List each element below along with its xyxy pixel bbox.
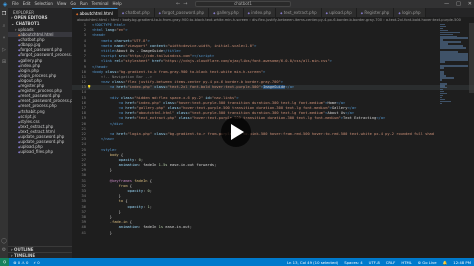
menu-help[interactable]: Help xyxy=(113,0,122,8)
command-center-search[interactable]: chatbot1 xyxy=(195,1,291,7)
menu-bar: File Edit Selection View Go Run Terminal Help xyxy=(10,0,122,8)
file-item[interactable]: forgot_password_process.php xyxy=(8,52,72,57)
tab-text-extract-php[interactable]: ◆ text_extract.php xyxy=(276,8,322,17)
tab-chatbot-php[interactable]: ◆ chatbot.php xyxy=(117,8,155,17)
code-lines: 1 <!DOCTYPE html> 2 <html lang="en"> 3 <head>… xyxy=(72,23,474,236)
menu-edit[interactable]: Edit xyxy=(23,0,31,8)
tab-forgot-password-php[interactable]: ◆ forgot_password.php xyxy=(154,8,210,17)
menu-go[interactable]: Go xyxy=(70,0,76,8)
video-play-button[interactable] xyxy=(221,117,251,147)
file-type-icon: ◆ xyxy=(76,12,79,16)
tab-gallery-php[interactable]: ◆ gallery.php xyxy=(209,8,244,17)
tab-index-php[interactable]: ◆ index.php xyxy=(243,8,277,17)
clock: 12:48 PM xyxy=(453,259,471,265)
minimap-line xyxy=(440,47,466,49)
file-item[interactable]: upload_files.php xyxy=(8,149,72,154)
run-debug-icon[interactable]: ▷ xyxy=(2,47,6,53)
editor-tabs: ◆ aboutchtml.html ◆ chatbot.php ◆ forgot_p… xyxy=(72,8,474,17)
minimap-line xyxy=(440,61,446,63)
code-line[interactable]: 41 } xyxy=(72,231,474,236)
nav-arrows: ← → xyxy=(176,0,187,8)
close-icon[interactable]: ✕ xyxy=(468,1,472,7)
file-tree: › uploadsaboutchtml.htmlchatbot.phpdbapp… xyxy=(8,27,72,154)
file-type-icon: ◆ xyxy=(158,11,161,15)
status-bar: ⌬ ⊗ 0 ⚠ 0 ⚡ 0 Ln 13, Col 49 (10 selected… xyxy=(0,258,474,266)
notifications-bell-icon[interactable]: 🔔 xyxy=(443,260,448,265)
back-arrow-icon[interactable]: ← xyxy=(176,1,180,7)
explorer-sidebar: EXPLORER › OPEN EDITORS ⌄ CHATBOT1 › upl… xyxy=(8,8,72,258)
file-type-icon: ◆ xyxy=(398,11,401,15)
forward-arrow-icon[interactable]: → xyxy=(183,1,187,7)
file-type-icon: ◆ xyxy=(121,11,125,15)
tab-login-php[interactable]: ◆ login.php xyxy=(394,8,426,17)
indentation[interactable]: Spaces: 4 xyxy=(344,260,362,265)
gear-icon[interactable]: ⚙ xyxy=(2,247,6,253)
menu-run[interactable]: Run xyxy=(80,0,88,8)
file-type-icon: ◆ xyxy=(360,11,364,15)
extensions-icon[interactable]: ⊞ xyxy=(2,59,6,65)
minimap-line xyxy=(440,102,443,105)
search-icon[interactable]: ⌕ xyxy=(3,23,6,29)
tab-aboutchtml-html[interactable]: ◆ aboutchtml.html xyxy=(72,8,118,17)
tab-upload-php[interactable]: ◆ upload.php xyxy=(321,8,357,17)
menu-view[interactable]: View xyxy=(57,0,67,8)
line-ending[interactable]: CRLF xyxy=(386,260,396,265)
maximize-icon[interactable]: □ xyxy=(456,1,461,7)
menu-terminal[interactable]: Terminal xyxy=(92,0,109,8)
problems-indicator[interactable]: ⊗ 0 ⚠ 0 xyxy=(13,260,28,265)
source-control-icon[interactable]: ⑂ xyxy=(2,35,5,41)
explorer-title: EXPLORER xyxy=(13,10,34,15)
menu-selection[interactable]: Selection xyxy=(34,0,52,8)
account-icon[interactable]: ◯ xyxy=(1,238,7,244)
window-controls: — □ ✕ xyxy=(444,0,472,8)
vscode-logo-icon: ◈ xyxy=(2,0,8,8)
code-editor[interactable]: 1 <!DOCTYPE html> 2 <html lang="en"> 3 <head>… xyxy=(72,23,474,258)
ports-indicator[interactable]: ⚡ 0 xyxy=(33,260,39,265)
minimap-line xyxy=(440,65,468,67)
encoding[interactable]: UTF-8 xyxy=(369,260,380,265)
tab-register-php[interactable]: ◆ Register.php xyxy=(356,8,395,17)
menu-file[interactable]: File xyxy=(12,0,19,8)
cursor-position[interactable]: Ln 13, Col 49 (10 selected) xyxy=(287,260,338,265)
activity-bar: ❐ ⌕ ⑂ ▷ ⊞ ◯ ⚙ xyxy=(0,8,8,258)
line-number: 41 xyxy=(81,230,86,235)
files-icon[interactable]: ❐ xyxy=(2,11,6,17)
minimap[interactable] xyxy=(440,23,468,143)
play-icon xyxy=(231,124,244,140)
file-type-icon: ◆ xyxy=(247,11,250,15)
minimize-icon[interactable]: — xyxy=(444,1,449,7)
editor-scrollbar[interactable] xyxy=(469,23,474,93)
language-mode[interactable]: HTML xyxy=(401,260,412,265)
remote-indicator-icon[interactable]: ⌬ xyxy=(0,258,10,266)
minimap-line xyxy=(440,79,443,81)
minimap-line xyxy=(440,67,445,69)
file-type-icon: ◆ xyxy=(213,11,216,15)
file-type-icon: ◆ xyxy=(325,11,328,15)
code-text: } xyxy=(92,230,112,235)
file-type-icon: ◆ xyxy=(280,11,283,15)
minimap-line xyxy=(440,37,468,39)
title-bar: ◈ File Edit Selection View Go Run Terminal Help… xyxy=(0,0,474,8)
go-live-button[interactable]: ⊚ Go Live xyxy=(418,260,437,265)
